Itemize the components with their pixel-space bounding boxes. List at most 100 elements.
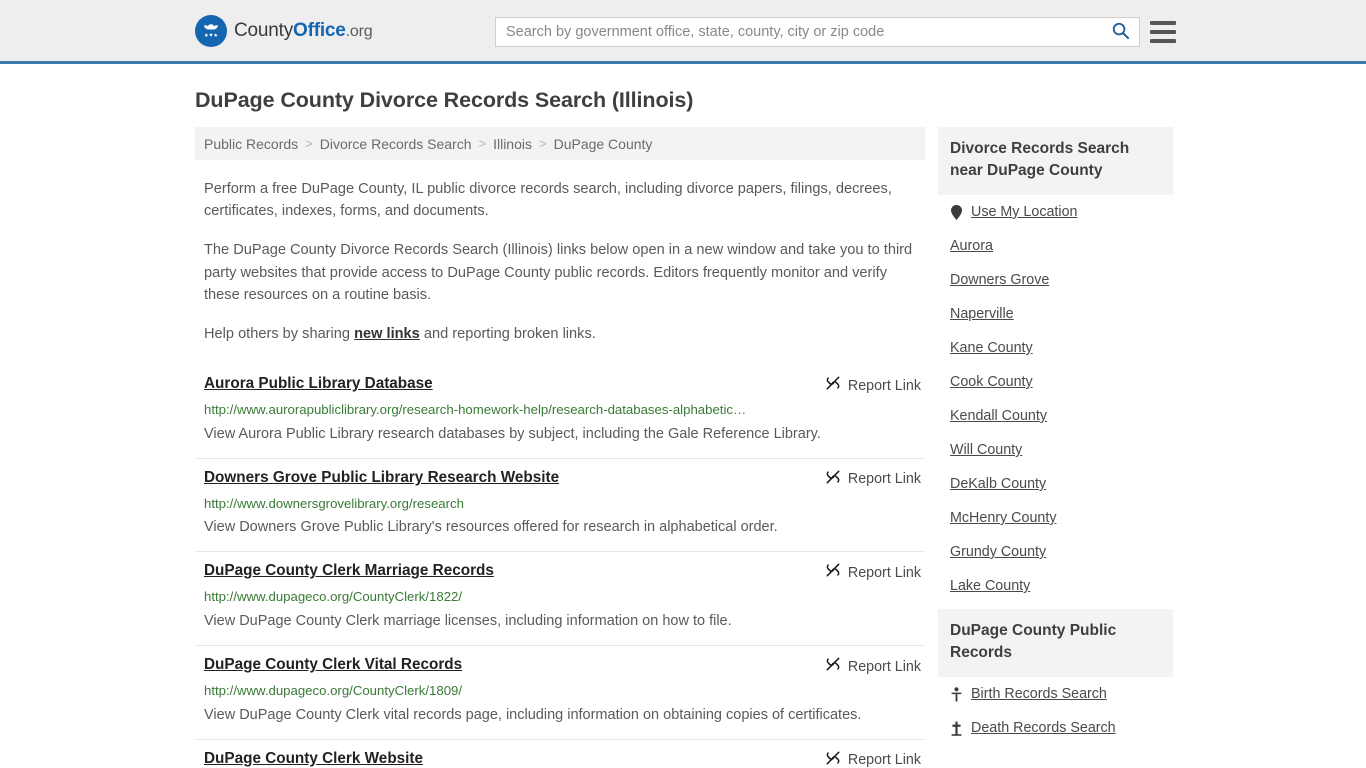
result-header: Downers Grove Public Library Research We… (204, 468, 921, 490)
intro-paragraph-2: The DuPage County Divorce Records Search… (204, 242, 913, 303)
sidebar-link-label[interactable]: Grundy County (950, 544, 1046, 560)
sidebar-public-records-list: Birth Records Search Death Records Searc… (938, 677, 1173, 745)
result-header: DuPage County Clerk Vital Records Report… (204, 655, 921, 677)
sidebar-nearby-list: Use My Location Aurora Downers Grove Nap… (938, 195, 1173, 603)
result-item: DuPage County Clerk Marriage Records Rep… (195, 552, 925, 647)
sidebar-link-label[interactable]: Kane County (950, 340, 1033, 356)
result-title-link[interactable]: DuPage County Clerk Website (204, 749, 439, 768)
result-header: DuPage County Clerk Website Report Link (204, 749, 921, 768)
sidebar-item-downers-grove[interactable]: Downers Grove (938, 263, 1173, 297)
sidebar-item-will-county[interactable]: Will County (938, 433, 1173, 467)
result-title-link[interactable]: DuPage County Clerk Vital Records (204, 655, 478, 674)
sidebar-panel-nearby: Divorce Records Search near DuPage Count… (938, 127, 1173, 603)
sidebar-item-kane-county[interactable]: Kane County (938, 331, 1173, 365)
sidebar-item-aurora[interactable]: Aurora (938, 229, 1173, 263)
breadcrumb-separator: > (538, 136, 547, 151)
search-button[interactable] (1101, 18, 1139, 46)
sidebar-link-label[interactable]: Aurora (950, 238, 993, 254)
sidebar-item-mchenry-county[interactable]: McHenry County (938, 501, 1173, 535)
page-title: DuPage County Divorce Records Search (Il… (195, 88, 694, 112)
result-url: http://www.downersgrovelibrary.org/resea… (204, 495, 464, 511)
content-row: Public Records > Divorce Records Search … (0, 127, 1366, 768)
sidebar-link-label[interactable]: Will County (950, 442, 1022, 458)
report-link-button[interactable]: Report Link (825, 656, 921, 677)
result-item: DuPage County Clerk Website Report Link (195, 740, 925, 768)
breadcrumb-separator: > (305, 136, 313, 151)
map-pin-icon (950, 204, 963, 220)
report-link-label: Report Link (847, 658, 921, 675)
sidebar-link-label[interactable]: Use My Location (971, 204, 1077, 220)
report-link-button[interactable]: Report Link (825, 469, 921, 490)
breadcrumb: Public Records > Divorce Records Search … (195, 127, 925, 160)
report-link-button[interactable]: Report Link (825, 375, 921, 396)
breadcrumb-item-dupage-county: DuPage County (553, 135, 653, 152)
sidebar: Divorce Records Search near DuPage Count… (938, 127, 1173, 751)
sidebar-item-dekalb-county[interactable]: DeKalb County (938, 467, 1173, 501)
sidebar-item-cook-county[interactable]: Cook County (938, 365, 1173, 399)
breadcrumb-item-illinois[interactable]: Illinois (493, 136, 532, 152)
sidebar-item-kendall-county[interactable]: Kendall County (938, 399, 1173, 433)
result-description: View Downers Grove Public Library's reso… (204, 519, 778, 536)
broken-link-icon (825, 375, 841, 396)
result-url: http://www.aurorapubliclibrary.org/resea… (204, 402, 747, 418)
report-link-label: Report Link (847, 377, 921, 394)
sidebar-item-grundy-county[interactable]: Grundy County (938, 535, 1173, 569)
result-description: View Aurora Public Library research data… (204, 425, 821, 442)
report-link-button[interactable]: Report Link (825, 750, 921, 768)
sidebar-link-label[interactable]: Downers Grove (950, 272, 1049, 288)
sidebar-link-label[interactable]: Naperville (950, 306, 1014, 322)
site-header: CountyOffice.org (0, 0, 1366, 64)
sidebar-link-label[interactable]: Cook County (950, 374, 1033, 390)
intro-text: Perform a free DuPage County, IL public … (195, 178, 925, 345)
logo-text-office: Office (293, 19, 346, 41)
sidebar-link-label[interactable]: DeKalb County (950, 476, 1046, 492)
grave-cross-icon (950, 721, 963, 736)
result-description: View DuPage County Clerk marriage licens… (204, 612, 732, 629)
page-body: DuPage County Divorce Records Search (Il… (0, 88, 1366, 768)
broken-link-icon (825, 656, 841, 677)
result-url: http://www.dupageco.org/CountyClerk/1822… (204, 589, 463, 605)
baby-icon (950, 686, 963, 702)
report-link-label: Report Link (847, 752, 921, 768)
breadcrumb-item-public-records[interactable]: Public Records (204, 136, 298, 152)
report-link-button[interactable]: Report Link (825, 562, 921, 583)
logo-text-county: County (234, 19, 294, 41)
result-description: View DuPage County Clerk vital records p… (204, 706, 862, 723)
result-title-link[interactable]: Aurora Public Library Database (204, 374, 449, 393)
breadcrumb-item-divorce-records-search[interactable]: Divorce Records Search (320, 136, 472, 152)
result-title-link[interactable]: Downers Grove Public Library Research We… (204, 468, 575, 487)
sidebar-item-naperville[interactable]: Naperville (938, 297, 1173, 331)
main-column: Public Records > Divorce Records Search … (195, 127, 925, 768)
sidebar-item-birth-records-search[interactable]: Birth Records Search (938, 677, 1173, 711)
sidebar-panel-public-records: DuPage County Public Records Birth Recor… (938, 609, 1173, 745)
new-links-link[interactable]: new links (354, 326, 420, 342)
intro-paragraph-3: Help others by sharing new links and rep… (195, 323, 925, 345)
result-title-link[interactable]: DuPage County Clerk Marriage Records (204, 561, 510, 580)
broken-link-icon (825, 469, 841, 490)
sidebar-link-label[interactable]: Birth Records Search (971, 686, 1107, 702)
result-header: DuPage County Clerk Marriage Records Rep… (204, 561, 921, 583)
sidebar-link-label[interactable]: Lake County (950, 578, 1030, 594)
sidebar-link-label[interactable]: Death Records Search (971, 720, 1116, 736)
search-input[interactable] (496, 18, 1101, 46)
sidebar-item-use-my-location[interactable]: Use My Location (938, 195, 1173, 229)
broken-link-icon (825, 750, 841, 768)
intro-p3-after: and reporting broken links. (419, 325, 596, 342)
site-logo-text: CountyOffice.org (234, 19, 373, 42)
sidebar-public-records-heading: DuPage County Public Records (938, 609, 1173, 677)
breadcrumb-separator: > (478, 136, 487, 151)
result-item: Aurora Public Library Database Report Li… (195, 365, 925, 459)
sidebar-item-lake-county[interactable]: Lake County (938, 569, 1173, 603)
results-list: Aurora Public Library Database Report Li… (195, 365, 925, 768)
sidebar-link-label[interactable]: McHenry County (950, 510, 1056, 526)
hamburger-menu-icon[interactable] (1150, 19, 1176, 45)
site-logo-link[interactable]: CountyOffice.org (195, 14, 373, 47)
sidebar-link-label[interactable]: Kendall County (950, 408, 1047, 424)
search-bar[interactable] (495, 17, 1140, 47)
result-item: DuPage County Clerk Vital Records Report… (195, 646, 925, 740)
search-icon (1111, 21, 1130, 43)
report-link-label: Report Link (847, 564, 921, 581)
intro-p3-before: Help others by sharing (204, 325, 355, 342)
sidebar-item-death-records-search[interactable]: Death Records Search (938, 711, 1173, 745)
result-item: Downers Grove Public Library Research We… (195, 459, 925, 553)
